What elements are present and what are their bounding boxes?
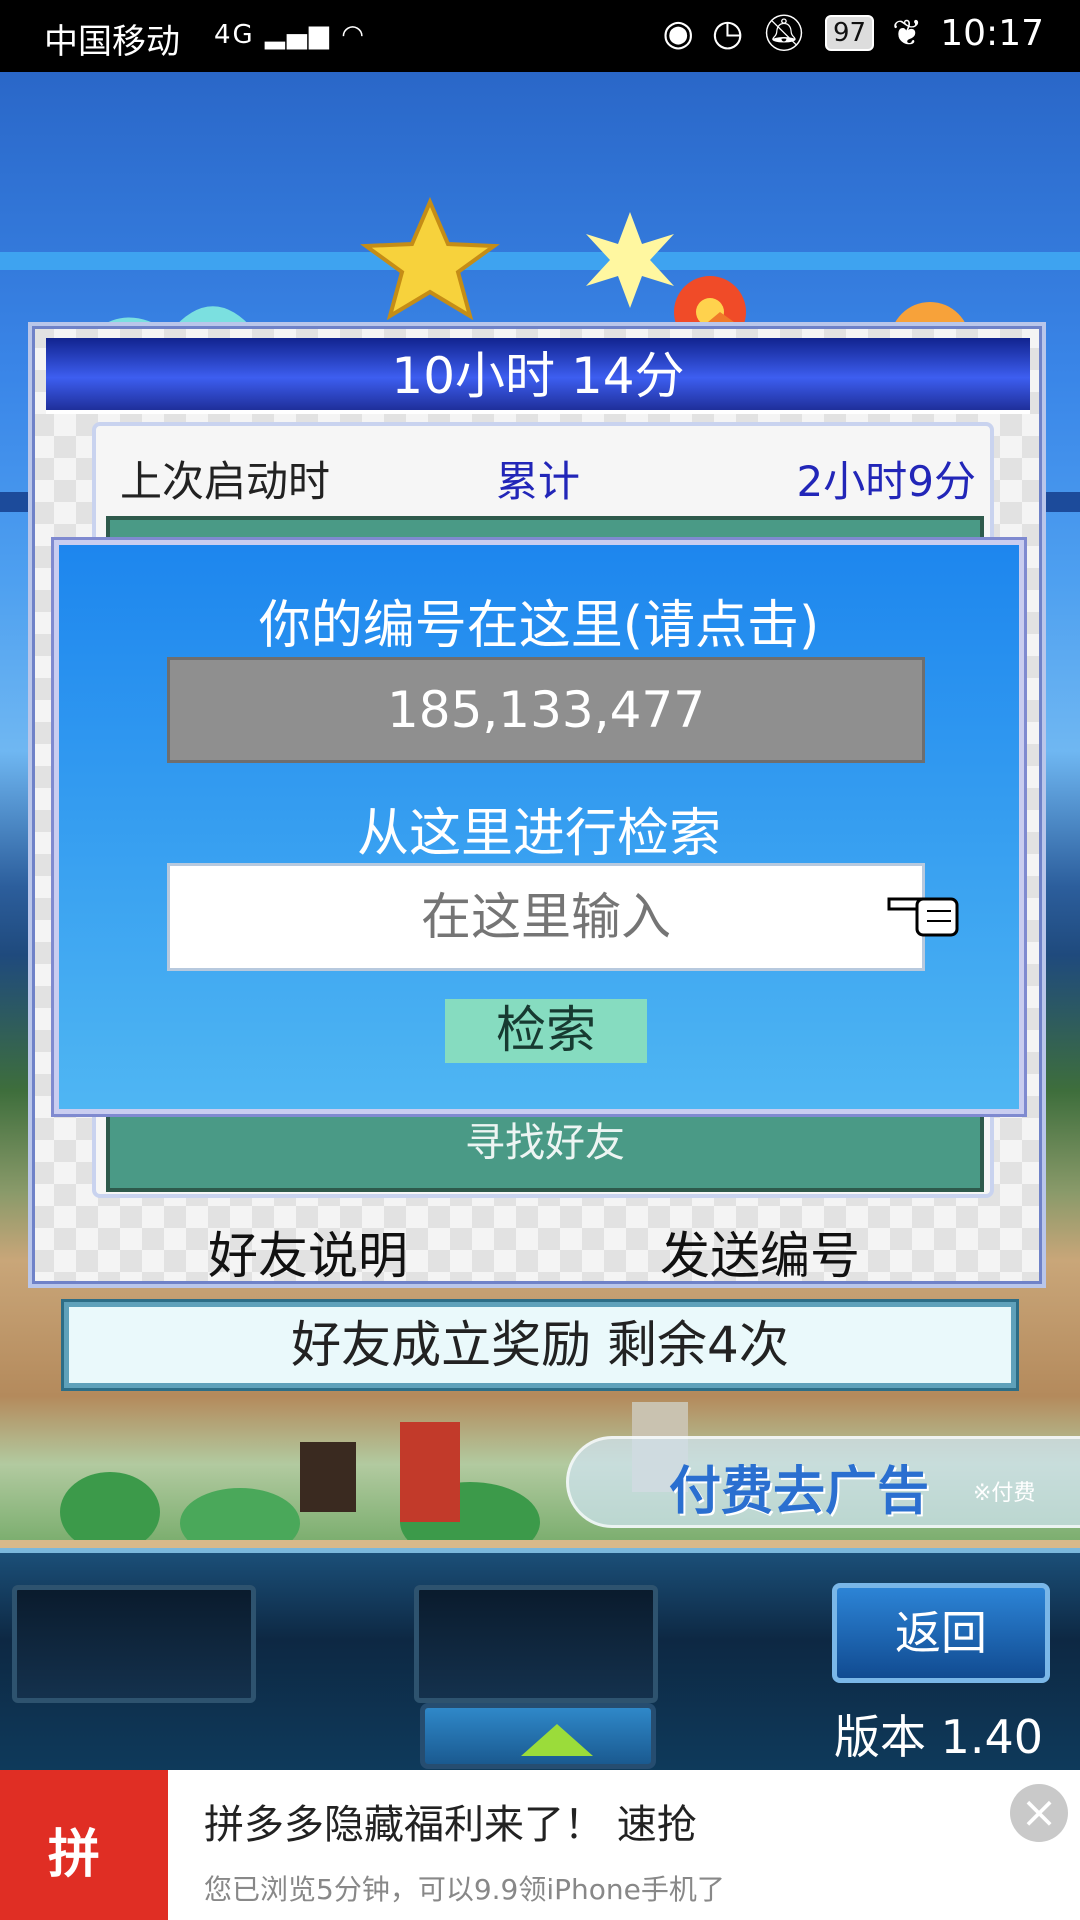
empty-slot-left[interactable] xyxy=(12,1585,256,1703)
eye-icon: ◉ xyxy=(662,12,694,54)
leaf-icon: ❦ xyxy=(892,12,923,54)
alarm-icon: ◷ xyxy=(711,12,744,54)
friend-reward-banner: 好友成立奖励 剩余4次 xyxy=(64,1302,1016,1388)
dialog-title: 10小时 14分 xyxy=(46,338,1030,414)
clock: 10:17 xyxy=(940,12,1044,54)
control-bar: 返回 版本 1.40 xyxy=(0,1548,1080,1770)
network-type: 4G xyxy=(214,20,255,50)
search-button[interactable]: 检索 xyxy=(445,999,647,1063)
remove-ads-button[interactable]: 付费去广告 ※付费 xyxy=(566,1436,1080,1528)
remove-ads-label: 付费去广告 xyxy=(669,1462,930,1522)
play-time-row: 上次启动时 累计 2小时9分 xyxy=(96,426,990,520)
back-button[interactable]: 返回 xyxy=(832,1583,1050,1683)
empty-slot-center[interactable] xyxy=(414,1585,658,1703)
your-id-label: 你的编号在这里(请点击) xyxy=(258,596,820,656)
ad-subtitle: 您已浏览5分钟，可以9.9领iPhone手机了 xyxy=(204,1873,725,1906)
scroll-up-button[interactable] xyxy=(420,1703,656,1769)
status-bar: 中国移动 4G ▂▄▆ ◠ ◉ ◷ 🔕︎ 97 ❦ 10:17 xyxy=(0,0,1080,72)
dialog-buttons-row: 好友说明 发送编号 xyxy=(32,1216,1042,1286)
total-value: 2小时9分 xyxy=(796,457,976,506)
up-arrow-icon xyxy=(521,1724,593,1756)
search-input[interactable] xyxy=(167,863,925,971)
ad-title: 拼多多隐藏福利来了！ 速抢 xyxy=(204,1802,697,1848)
girl-character xyxy=(400,1422,460,1522)
id-search-popup: 你的编号在这里(请点击) 185,133,477 从这里进行检索 检索 xyxy=(54,540,1024,1114)
find-friend-button[interactable]: 寻找好友 xyxy=(110,1110,980,1168)
send-id-button[interactable]: 发送编号 xyxy=(660,1216,860,1288)
battery-icon: 97 xyxy=(824,15,875,51)
status-right: ◉ ◷ 🔕︎ 97 ❦ 10:17 xyxy=(662,12,1044,55)
pinduoduo-logo: 拼 xyxy=(0,1770,168,1920)
version-label: 版本 1.40 xyxy=(834,1710,1044,1764)
mute-icon: 🔕︎ xyxy=(761,13,807,54)
signal-icon: 4G ▂▄▆ ◠ xyxy=(214,20,366,50)
your-id-box[interactable]: 185,133,477 xyxy=(167,657,925,763)
carrier-label: 中国移动 xyxy=(44,22,180,62)
ad-banner[interactable]: 拼 拼多多隐藏福利来了！ 速抢 您已浏览5分钟，可以9.9领iPhone手机了 … xyxy=(0,1770,1080,1920)
friend-help-button[interactable]: 好友说明 xyxy=(208,1216,408,1288)
ad-logo-text: 拼 xyxy=(48,1825,101,1885)
last-launch-label: 上次启动时 xyxy=(120,457,331,506)
dog-character xyxy=(300,1442,356,1512)
search-label: 从这里进行检索 xyxy=(356,804,721,864)
remove-ads-note: ※付费 xyxy=(973,1481,1036,1506)
pointing-hand-icon xyxy=(887,897,959,937)
close-icon[interactable]: × xyxy=(1010,1784,1068,1842)
total-label: 累计 xyxy=(496,457,581,506)
